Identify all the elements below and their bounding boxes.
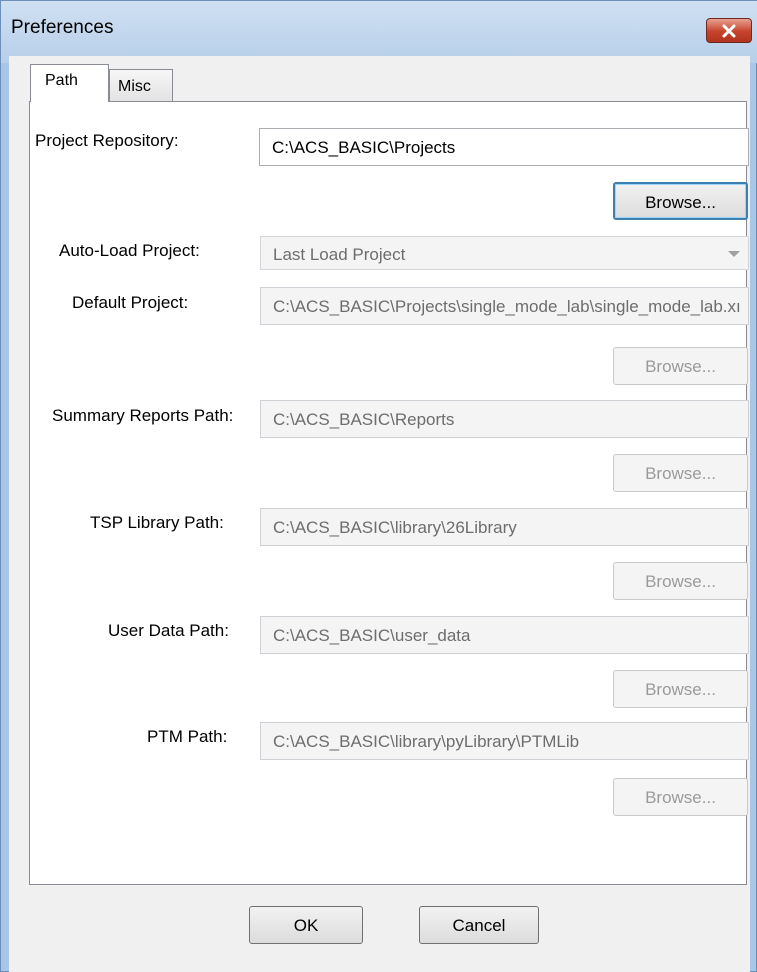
ptm-path-browse-button[interactable]: Browse... <box>613 778 748 816</box>
default-project-browse-button[interactable]: Browse... <box>613 347 748 385</box>
summary-reports-path-browse-button[interactable]: Browse... <box>613 454 748 492</box>
auto-load-project-selected: Last Load Project <box>273 245 406 264</box>
cancel-button[interactable]: Cancel <box>419 906 539 944</box>
title-bar[interactable]: Preferences <box>1 1 757 63</box>
tsp-library-path-input[interactable]: C:\ACS_BASIC\library\26Library <box>260 508 749 546</box>
project-repository-label: Project Repository: <box>35 131 179 150</box>
auto-load-project-select[interactable]: Last Load Project <box>260 236 749 270</box>
close-icon <box>721 24 737 38</box>
auto-load-project-label: Auto-Load Project: <box>59 241 200 260</box>
tab-path[interactable]: Path <box>30 64 109 102</box>
ptm-path-input[interactable]: C:\ACS_BASIC\library\pyLibrary\PTMLib <box>260 722 749 760</box>
user-data-path-input[interactable]: C:\ACS_BASIC\user_data <box>260 616 749 654</box>
user-data-path-label: User Data Path: <box>108 621 229 640</box>
ok-button[interactable]: OK <box>249 906 363 944</box>
window-title: Preferences <box>11 17 114 38</box>
tab-misc[interactable]: Misc <box>109 69 173 102</box>
tab-path-label: Path <box>45 72 78 89</box>
tab-misc-label: Misc <box>118 78 151 95</box>
ptm-path-label: PTM Path: <box>147 727 228 746</box>
default-project-label: Default Project: <box>72 293 189 312</box>
project-repository-input[interactable]: C:\ACS_BASIC\Projects <box>259 128 749 166</box>
preferences-window: Preferences Path Misc Project Repository… <box>0 0 757 972</box>
close-button[interactable] <box>706 18 752 43</box>
project-repository-browse-button[interactable]: Browse... <box>613 182 748 220</box>
summary-reports-path-label: Summary Reports Path: <box>52 406 234 425</box>
chevron-down-icon <box>728 251 740 257</box>
user-data-path-browse-button[interactable]: Browse... <box>613 670 748 708</box>
summary-reports-path-input[interactable]: C:\ACS_BASIC\Reports <box>260 400 749 438</box>
tsp-library-path-browse-button[interactable]: Browse... <box>613 562 748 600</box>
dialog-client-area: Path Misc Project Repository: C:\ACS_BAS… <box>9 56 750 972</box>
path-tab-panel: Project Repository: C:\ACS_BASIC\Project… <box>29 101 749 885</box>
default-project-input[interactable]: C:\ACS_BASIC\Projects\single_mode_lab\si… <box>260 287 749 325</box>
tsp-library-path-label: TSP Library Path: <box>90 513 224 532</box>
